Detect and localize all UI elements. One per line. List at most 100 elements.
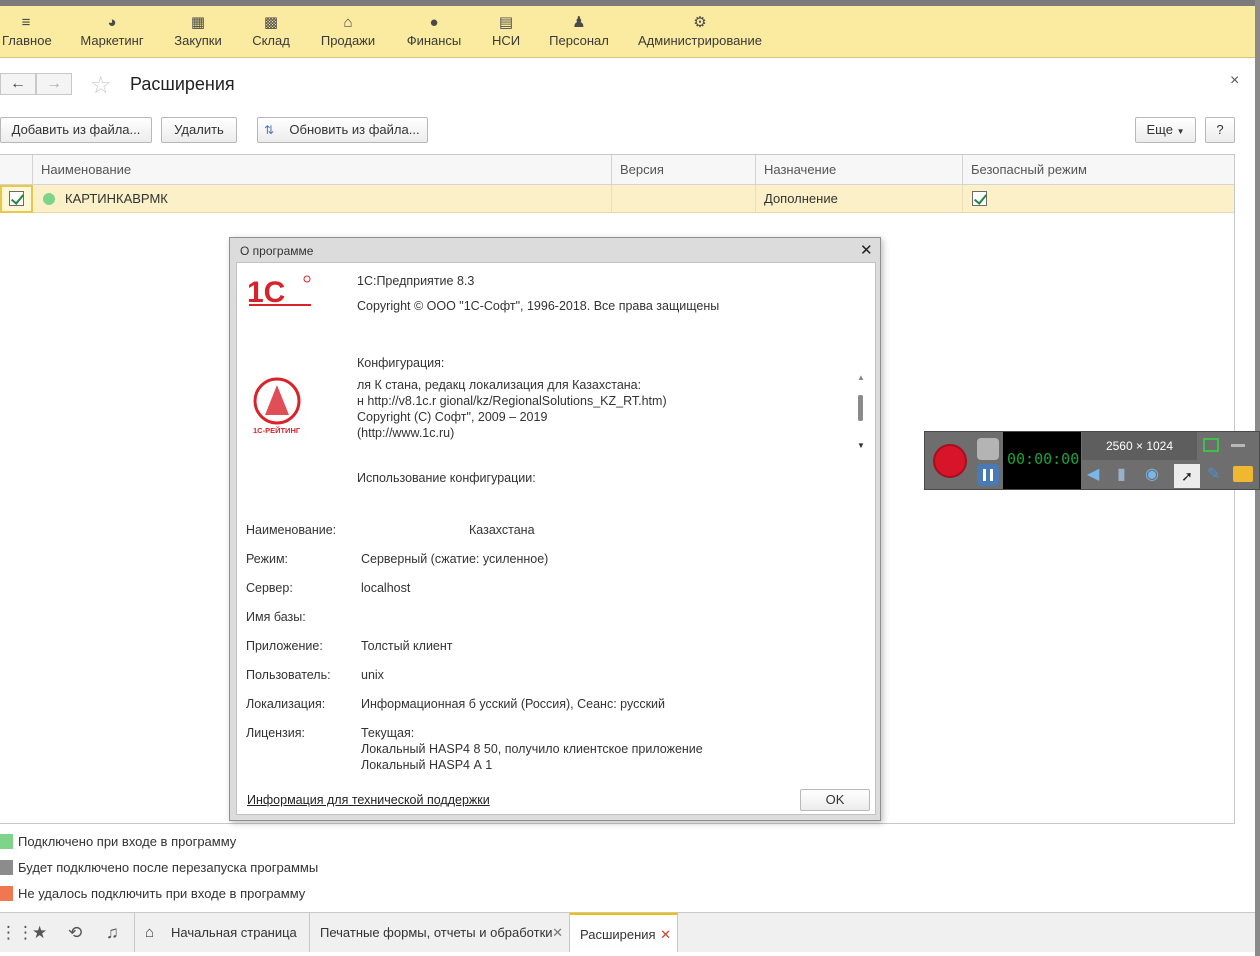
column-header-purpose[interactable]: Назначение xyxy=(756,155,963,185)
dialog-title: О программе xyxy=(240,244,314,258)
legend-connected: Подключено при входе в программу xyxy=(18,834,237,849)
config-line: Copyright (C) Софт", 2009 – 2019 xyxy=(357,410,548,424)
pause-icon[interactable] xyxy=(977,464,999,486)
menu-lines-icon: ≡ xyxy=(21,14,31,31)
resolution-label[interactable]: 2560 × 1024 xyxy=(1082,432,1197,460)
field-label: Локализация: xyxy=(246,697,326,711)
microphone-icon[interactable]: ▮ xyxy=(1117,464,1126,484)
column-header-name[interactable]: Наименование xyxy=(33,155,612,185)
about-dialog: О программе ✕ 1С 1С-РЕЙТИНГ 1С:Предприят… xyxy=(229,237,881,821)
menu-item-finance[interactable]: ● Финансы xyxy=(405,14,463,48)
warehouse-icon: ▩ xyxy=(263,14,279,31)
add-from-file-button[interactable]: Добавить из файла... xyxy=(0,117,152,143)
bottom-panel: ⋮⋮ ★ ⟲ ♫ ⌂ Начальная страница Печатные ф… xyxy=(0,912,1255,952)
field-label: Режим: xyxy=(246,552,289,566)
webcam-toggle-icon[interactable] xyxy=(977,438,999,460)
product-name: 1С:Предприятие 8.3 xyxy=(357,274,475,288)
menu-item-warehouse[interactable]: ▩ Склад xyxy=(251,14,291,48)
legend-swatch-failed xyxy=(0,886,13,901)
ok-button[interactable]: OK xyxy=(800,789,870,811)
column-header-active xyxy=(0,155,33,185)
home-icon: ⌂ xyxy=(145,924,155,941)
update-from-file-button[interactable]: ⇅ Обновить из файла... xyxy=(257,117,428,143)
field-value: localhost xyxy=(361,581,411,595)
menu-item-administration[interactable]: ⚙ Администрирование xyxy=(638,14,762,48)
close-tab-icon[interactable]: ✕ xyxy=(660,915,671,954)
column-header-safe-mode[interactable]: Безопасный режим xyxy=(963,155,1234,185)
forward-button[interactable]: → xyxy=(36,73,72,95)
back-button[interactable]: ← xyxy=(0,73,36,95)
favorites-star-icon[interactable]: ★ xyxy=(32,923,47,943)
folder-icon[interactable] xyxy=(1233,466,1253,482)
screen-recorder-widget: 00:00:00 2560 × 1024 ◀ ▮ ◉ ➚ ✎ xyxy=(924,431,1260,490)
menu-item-marketing[interactable]: ◕ Маркетинг xyxy=(80,14,144,48)
coin-icon: ● xyxy=(429,14,439,31)
svg-text:1С: 1С xyxy=(247,276,285,307)
notifications-bell-icon[interactable]: ♫ xyxy=(106,923,119,943)
field-value: Толстый клиент xyxy=(361,639,453,653)
menu-item-nsi[interactable]: ▤ НСИ xyxy=(490,14,522,48)
field-label: Пользователь: xyxy=(246,668,331,682)
section-menu-bar: ≡ Главное ◕ Маркетинг ▦ Закупки ▩ Склад … xyxy=(0,0,1255,58)
tab-extensions[interactable]: Расширения ✕ xyxy=(570,913,678,952)
field-value: Информационная б усский (Россия), Сеанс:… xyxy=(361,697,666,711)
field-label: Сервер: xyxy=(246,581,293,595)
pie-chart-icon: ◕ xyxy=(107,14,117,31)
record-button[interactable] xyxy=(933,444,967,478)
region-select-icon[interactable] xyxy=(1203,438,1219,452)
gear-icon: ⚙ xyxy=(693,14,707,31)
column-header-version[interactable]: Версия xyxy=(612,155,756,185)
menu-item-main[interactable]: ≡ Главное xyxy=(2,14,52,48)
dialog-close-button[interactable]: ✕ xyxy=(860,241,873,259)
close-tab-icon[interactable]: ✕ xyxy=(552,913,563,952)
field-label: Приложение: xyxy=(246,639,323,653)
row-active-cell[interactable] xyxy=(0,185,33,213)
page-title: Расширения xyxy=(130,74,235,94)
cursor-icon[interactable]: ➚ xyxy=(1174,464,1200,488)
legend-swatch-connected xyxy=(0,834,13,849)
table-row[interactable]: КАРТИНКАВРМК Дополнение xyxy=(0,185,1234,213)
field-value: Казахстана xyxy=(469,523,535,537)
help-button[interactable]: ? xyxy=(1205,117,1235,143)
field-value: Текущая: xyxy=(361,726,415,740)
active-checkbox[interactable] xyxy=(9,191,24,206)
safe-mode-checkbox[interactable] xyxy=(972,191,987,206)
pen-icon[interactable]: ✎ xyxy=(1207,464,1220,484)
license-line: Локальный HASP4 8 50, получило клиентско… xyxy=(361,742,703,756)
history-icon[interactable]: ⟲ xyxy=(68,923,82,943)
field-label: Имя базы: xyxy=(246,610,306,624)
update-file-icon: ⇅ xyxy=(264,123,275,137)
scroll-thumb[interactable] xyxy=(858,395,863,421)
license-line: Локальный HASP4 А 1 xyxy=(361,758,493,772)
menu-item-sales[interactable]: ⌂ Продажи xyxy=(319,14,377,48)
status-indicator xyxy=(43,193,55,205)
speaker-icon[interactable]: ◀ xyxy=(1087,464,1099,484)
row-safe-mode-cell[interactable] xyxy=(963,185,1234,213)
row-version-cell[interactable] xyxy=(612,185,756,213)
row-purpose-cell[interactable]: Дополнение xyxy=(756,185,963,213)
close-page-button[interactable]: × xyxy=(1230,72,1239,90)
config-scrollbar[interactable]: ▲ ▼ xyxy=(855,373,867,459)
config-line: (http://www.1c.ru) xyxy=(357,426,455,440)
field-label: Наименование: xyxy=(246,523,337,537)
1c-rating-logo: 1С-РЕЙТИНГ xyxy=(253,377,301,435)
field-value: unix xyxy=(361,668,384,682)
delete-button[interactable]: Удалить xyxy=(161,117,237,143)
1c-logo: 1С xyxy=(247,275,311,307)
tab-home[interactable]: ⌂ Начальная страница xyxy=(134,913,310,952)
apps-grid-icon[interactable]: ⋮⋮ xyxy=(0,923,34,943)
arrow-left-icon: ← xyxy=(10,75,26,92)
scroll-up-icon[interactable]: ▲ xyxy=(857,373,865,382)
webcam-icon[interactable]: ◉ xyxy=(1145,464,1159,484)
more-button[interactable]: Еще ▼ xyxy=(1135,117,1196,143)
scroll-down-icon[interactable]: ▼ xyxy=(857,441,865,450)
legend-swatch-pending xyxy=(0,860,13,875)
favorite-star-icon[interactable]: ☆ xyxy=(90,71,112,100)
tab-print-forms[interactable]: Печатные формы, отчеты и обработки ✕ xyxy=(310,913,570,952)
support-info-link[interactable]: Информация для технической поддержки xyxy=(247,793,490,807)
menu-item-purchases[interactable]: ▦ Закупки xyxy=(172,14,224,48)
menu-item-personnel[interactable]: ♟ Персонал xyxy=(548,14,610,48)
timer-display: 00:00:00 xyxy=(1003,432,1081,489)
row-name-cell[interactable]: КАРТИНКАВРМК xyxy=(33,185,612,213)
minimize-icon[interactable] xyxy=(1231,444,1245,447)
